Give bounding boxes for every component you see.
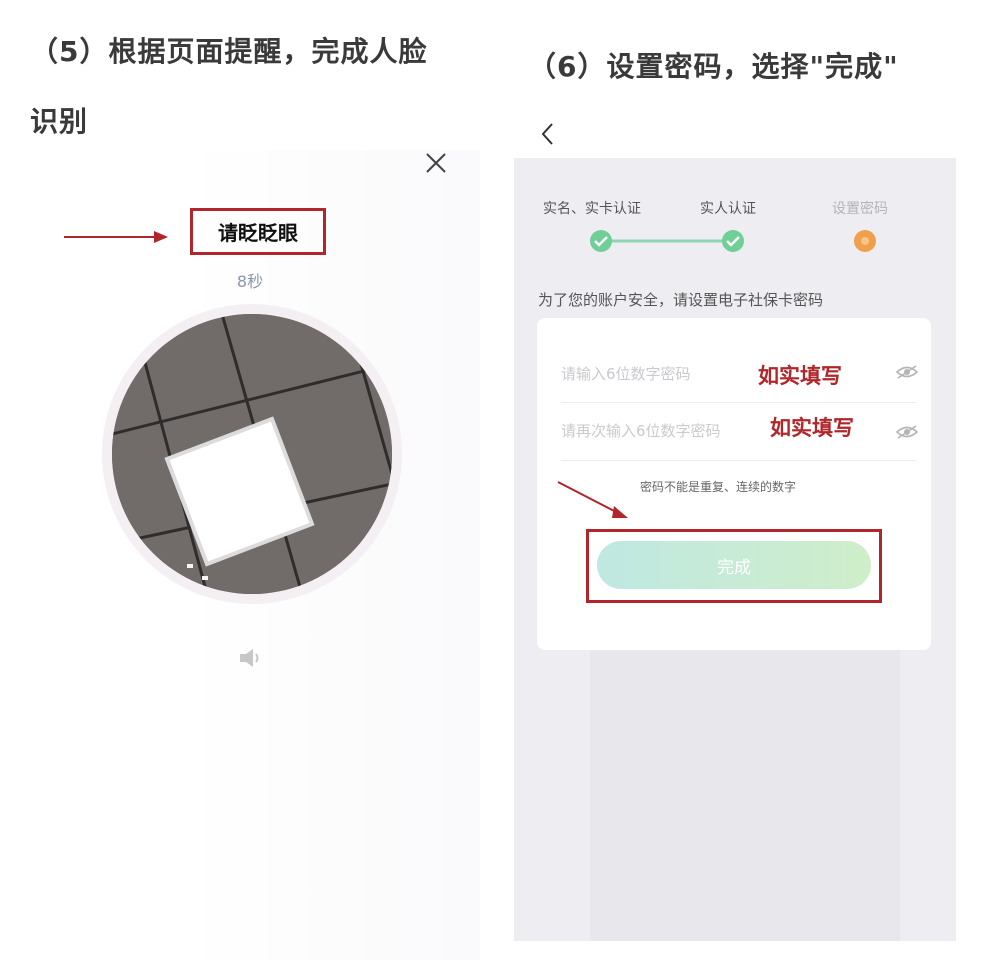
speaker-icon[interactable] xyxy=(238,648,264,668)
step1-check-icon xyxy=(590,230,612,252)
annotation-fill-truthfully: 如实填写 xyxy=(770,416,854,440)
step6-title: （6）设置密码，选择"完成" xyxy=(528,50,899,83)
step-progress-bar xyxy=(590,230,876,252)
input-divider xyxy=(561,460,916,461)
step5-title-line2: 识别 xyxy=(30,105,89,138)
chevron-left-icon[interactable] xyxy=(538,120,558,148)
step3-current-dot-icon xyxy=(854,230,876,252)
blink-prompt-highlight: 请眨眨眼 xyxy=(190,208,326,255)
annotation-arrow-icon xyxy=(557,481,628,518)
close-icon[interactable] xyxy=(423,150,449,176)
screen-background-strip xyxy=(590,650,900,941)
ceiling-camera-image xyxy=(112,314,392,594)
step5-title-line1: （5）根据页面提醒，完成人脸 xyxy=(30,35,428,68)
step2-check-icon xyxy=(722,230,744,252)
done-button[interactable]: 完成 xyxy=(597,541,871,589)
step-label-set-password: 设置密码 xyxy=(832,201,888,217)
annotation-fill-truthfully: 如实填写 xyxy=(758,364,842,388)
eye-hidden-icon[interactable] xyxy=(895,364,919,380)
confirm-password-input[interactable]: 请再次输入6位数字密码 xyxy=(561,420,761,444)
camera-preview xyxy=(112,314,392,594)
countdown-timer: 8秒 xyxy=(236,272,264,291)
input-divider xyxy=(561,402,916,403)
blink-prompt: 请眨眨眼 xyxy=(218,221,298,245)
eye-hidden-icon[interactable] xyxy=(895,424,919,440)
password-input[interactable]: 请输入6位数字密码 xyxy=(561,363,751,387)
password-rule-text: 密码不能是重复、连续的数字 xyxy=(640,480,797,494)
step-label-verify-card: 实名、实卡认证 xyxy=(543,201,641,217)
step-label-verify-person: 实人认证 xyxy=(700,201,756,217)
security-hint: 为了您的账户安全，请设置电子社保卡密码 xyxy=(538,291,824,309)
done-button-label: 完成 xyxy=(717,557,751,578)
annotation-arrow-icon xyxy=(64,231,168,243)
